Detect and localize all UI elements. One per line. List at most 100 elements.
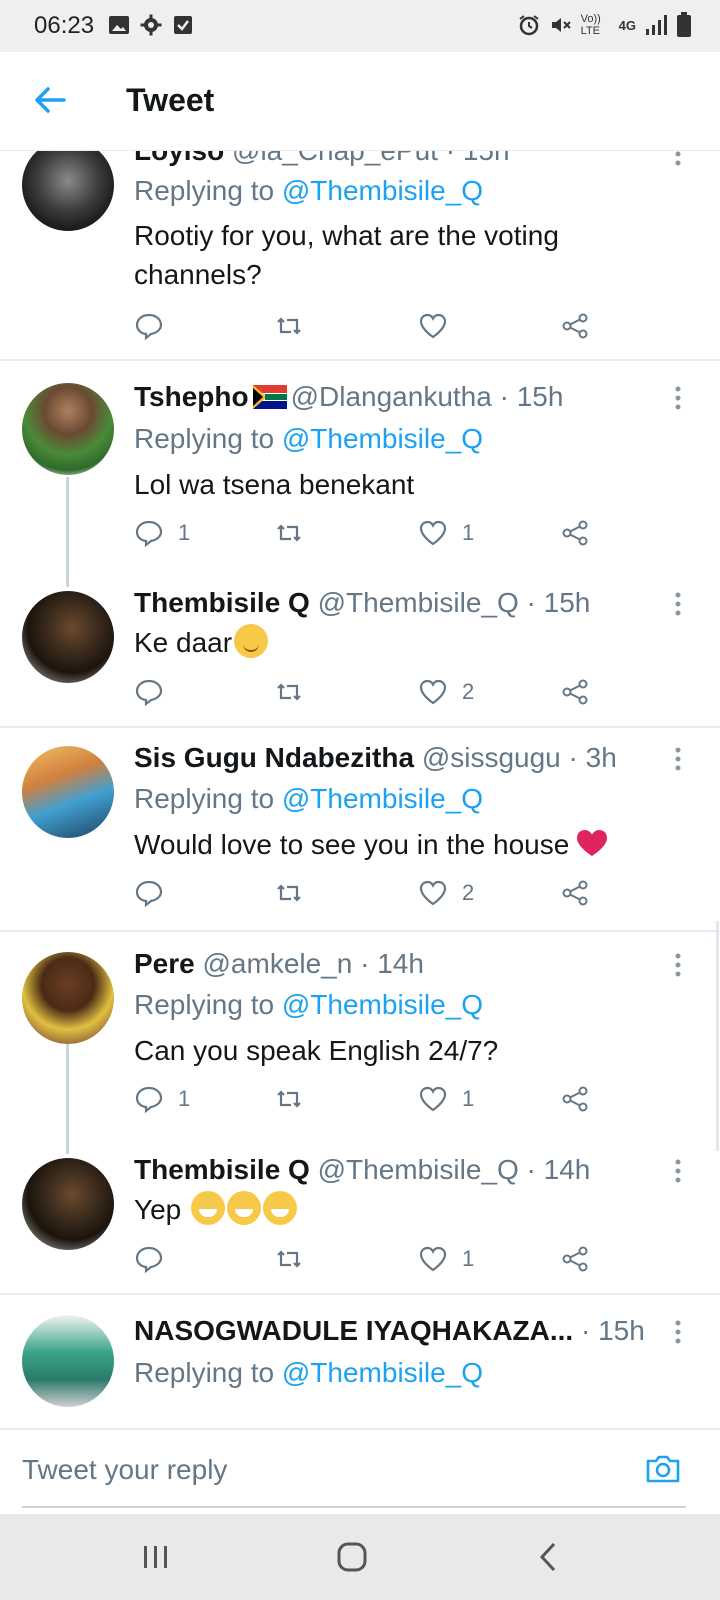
battery-icon xyxy=(677,12,691,37)
avatar[interactable] xyxy=(22,151,114,231)
heart-icon xyxy=(419,313,447,339)
tweet-item[interactable]: Loyiso @la_Chap_ePut · 15h Replying to @… xyxy=(0,151,720,359)
more-options-icon[interactable] xyxy=(668,1156,688,1186)
heart-icon xyxy=(419,679,447,705)
avatar[interactable] xyxy=(22,383,114,475)
more-options-icon[interactable] xyxy=(668,950,688,980)
more-options-icon[interactable] xyxy=(668,589,688,619)
replies-feed[interactable]: Loyiso @la_Chap_ePut · 15h Replying to @… xyxy=(0,151,720,1427)
replying-to-handle[interactable]: @Thembisile_Q xyxy=(282,423,483,454)
retweet-button[interactable] xyxy=(274,1244,304,1274)
tweet-time: 15h xyxy=(463,151,510,166)
reply-button[interactable] xyxy=(134,311,178,341)
reply-icon xyxy=(135,679,163,707)
author-name[interactable]: NASOGWADULE IYAQHAKAZA... xyxy=(134,1315,573,1346)
reply-icon xyxy=(135,880,163,908)
share-button[interactable] xyxy=(560,518,590,548)
tweet-item[interactable]: Thembisile Q @Thembisile_Q · 14h Yep 1 xyxy=(0,1154,720,1294)
volte-indicator: Vo)) LTE xyxy=(580,13,601,37)
author-handle[interactable]: @amkele_n xyxy=(203,948,353,979)
tweet-text: Ke daar xyxy=(134,623,654,662)
tweet-item[interactable]: Thembisile Q @Thembisile_Q · 15h Ke daar… xyxy=(0,587,720,727)
avatar[interactable] xyxy=(22,1158,114,1250)
replying-to-handle[interactable]: @Thembisile_Q xyxy=(282,175,483,206)
replying-to-handle[interactable]: @Thembisile_Q xyxy=(282,989,483,1020)
back-arrow-icon[interactable] xyxy=(30,80,70,120)
camera-icon[interactable] xyxy=(644,1450,682,1488)
tweet-item[interactable]: Pere @amkele_n · 14h Replying to @Thembi… xyxy=(0,932,720,1132)
reply-button[interactable] xyxy=(134,1244,178,1274)
reply-placeholder: Tweet your reply xyxy=(22,1454,228,1485)
replying-to: Replying to @Thembisile_Q xyxy=(134,175,484,206)
share-icon xyxy=(562,520,588,546)
settings-gear-icon xyxy=(140,14,162,36)
tweet-item[interactable]: NASOGWADULE IYAQHAKAZA... · 15h Replying… xyxy=(0,1295,720,1427)
like-count: 2 xyxy=(462,679,475,704)
avatar[interactable] xyxy=(22,952,114,1044)
share-button[interactable] xyxy=(560,1244,590,1274)
retweet-button[interactable] xyxy=(274,311,304,341)
share-button[interactable] xyxy=(560,1084,590,1114)
retweet-button[interactable] xyxy=(274,1084,304,1114)
like-count: 1 xyxy=(462,1246,475,1271)
author-name[interactable]: Loyiso xyxy=(134,151,224,166)
like-button[interactable]: 1 xyxy=(418,518,474,548)
retweet-icon xyxy=(277,524,301,542)
author-handle[interactable]: @Thembisile_Q xyxy=(318,587,519,618)
gallery-icon xyxy=(109,16,129,34)
tweet-actions: 2 xyxy=(134,878,614,918)
retweet-button[interactable] xyxy=(274,677,304,707)
author-handle[interactable]: @la_Chap_ePut xyxy=(232,151,438,166)
reply-button[interactable]: 1 xyxy=(134,518,190,548)
reply-button[interactable]: 1 xyxy=(134,1084,190,1114)
retweet-button[interactable] xyxy=(274,878,304,908)
author-name[interactable]: Sis Gugu Ndabezitha xyxy=(134,742,414,773)
checkbox-notification-icon xyxy=(174,16,192,34)
author-name[interactable]: Tshepho xyxy=(134,381,249,412)
tweet-text: Would love to see you in the house xyxy=(134,825,674,864)
heart-icon xyxy=(419,1086,447,1112)
author-handle[interactable]: @Thembisile_Q xyxy=(318,1154,519,1185)
more-options-icon[interactable] xyxy=(668,744,688,774)
home-icon[interactable] xyxy=(332,1540,372,1574)
author-handle[interactable]: @Dlangankutha xyxy=(291,381,492,412)
author-name[interactable]: Thembisile Q xyxy=(134,1154,310,1185)
recent-apps-icon[interactable] xyxy=(136,1540,176,1574)
share-button[interactable] xyxy=(560,878,590,908)
like-button[interactable]: 1 xyxy=(418,1084,474,1114)
tweet-item[interactable]: Sis Gugu Ndabezitha @sissgugu · 3h Reply… xyxy=(0,728,720,928)
more-options-icon[interactable] xyxy=(668,383,688,413)
like-button[interactable]: 2 xyxy=(418,878,474,908)
reply-button[interactable] xyxy=(134,878,178,908)
avatar[interactable] xyxy=(22,1315,114,1407)
replying-to-handle[interactable]: @Thembisile_Q xyxy=(282,1357,483,1388)
back-nav-icon[interactable] xyxy=(528,1540,568,1574)
scrollbar[interactable] xyxy=(716,921,719,1151)
author-name[interactable]: Pere xyxy=(134,948,195,979)
tweet-item[interactable]: Tshepho @Dlangankutha · 15h Replying to @… xyxy=(0,361,720,561)
author-name[interactable]: Thembisile Q xyxy=(134,587,310,618)
share-icon xyxy=(562,679,588,705)
more-options-icon[interactable] xyxy=(668,151,688,169)
like-count: 1 xyxy=(462,520,475,545)
author-handle[interactable]: @sissgugu xyxy=(422,742,561,773)
system-nav-bar xyxy=(0,1514,720,1600)
like-button[interactable] xyxy=(418,311,462,341)
replying-to: Replying to @Thembisile_Q xyxy=(134,423,484,454)
avatar[interactable] xyxy=(22,746,114,838)
avatar[interactable] xyxy=(22,591,114,683)
more-options-icon[interactable] xyxy=(668,1317,688,1347)
like-button[interactable]: 2 xyxy=(418,677,474,707)
reply-button[interactable] xyxy=(134,677,178,707)
replying-to-handle[interactable]: @Thembisile_Q xyxy=(282,783,483,814)
reply-input[interactable]: Tweet your reply xyxy=(22,1430,686,1508)
tweet-time: 15h xyxy=(598,1315,645,1346)
laughing-emoji xyxy=(191,1191,226,1225)
share-button[interactable] xyxy=(560,311,590,341)
retweet-button[interactable] xyxy=(274,518,304,548)
tweet-actions: 1 1 xyxy=(134,1084,614,1124)
share-button[interactable] xyxy=(560,677,590,707)
share-icon xyxy=(562,1086,588,1112)
thread-line xyxy=(66,477,69,587)
like-button[interactable]: 1 xyxy=(418,1244,474,1274)
